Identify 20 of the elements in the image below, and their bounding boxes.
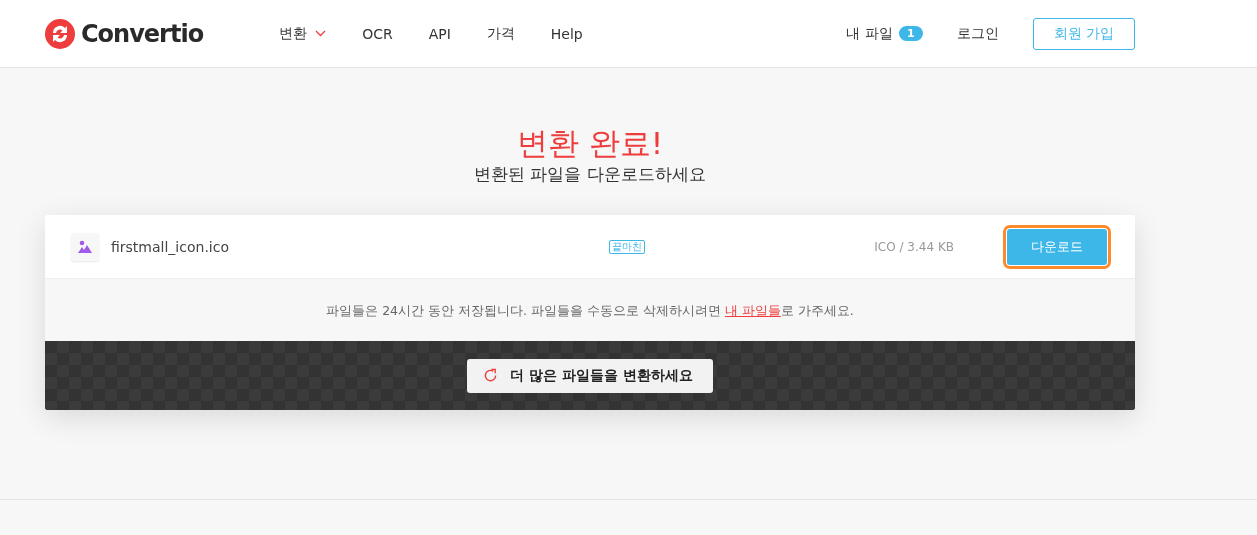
- count-badge: 1: [898, 26, 923, 41]
- logo-icon: [45, 18, 75, 49]
- file-name: firstmall_icon.ico: [111, 238, 229, 255]
- nav-link[interactable]: Help: [532, 24, 601, 43]
- image-file-icon: [71, 232, 99, 261]
- file-info: ICO / 3.44 KB: [874, 239, 954, 254]
- nav-link[interactable]: 가격: [468, 24, 533, 43]
- my-files-link[interactable]: 내 파일 1: [846, 24, 923, 43]
- convert-more-button[interactable]: 더 많은 파일들을 변환하세요: [467, 358, 713, 393]
- storage-note: 파일들은 24시간 동안 저장됩니다. 파일들을 수동으로 삭제하시려면 내 파일들로 가주세요.: [326, 303, 854, 318]
- refresh-icon: [483, 368, 499, 383]
- logo-text[interactable]: Convertio: [81, 19, 204, 48]
- nav-link[interactable]: OCR: [344, 24, 411, 43]
- nav-link[interactable]: 변환: [261, 24, 345, 43]
- subtitle: 변환된 파일을 다운로드하세요: [473, 164, 707, 186]
- status-tag: 끝마친: [609, 239, 645, 254]
- page-title: 변환 완료!: [515, 124, 665, 163]
- my-files-link[interactable]: 내 파일들: [724, 303, 781, 318]
- nav-link[interactable]: API: [410, 24, 469, 43]
- login-link[interactable]: 로그인: [956, 24, 999, 43]
